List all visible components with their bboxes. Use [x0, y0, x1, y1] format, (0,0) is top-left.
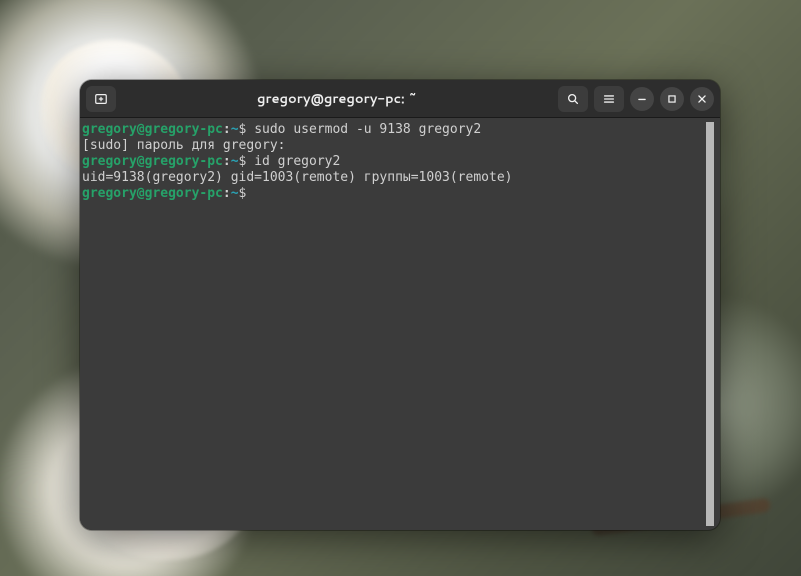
command-text: sudo usermod -u 9138 gregory2 [254, 122, 481, 137]
maximize-icon [665, 92, 679, 106]
prompt-symbol: $ [239, 122, 247, 137]
prompt-user: gregory@gregory-pc [82, 122, 223, 137]
prompt-user: gregory@gregory-pc [82, 186, 223, 201]
terminal-window: gregory@gregory-pc: ~ gregory@gregory-pc… [80, 80, 720, 530]
prompt-colon: : [223, 122, 231, 137]
terminal-line: uid=9138(gregory2) gid=1003(remote) груп… [82, 170, 704, 186]
menu-button[interactable] [594, 86, 624, 112]
prompt-path: ~ [231, 122, 239, 137]
new-tab-button[interactable] [86, 86, 116, 112]
scrollbar[interactable] [706, 122, 714, 526]
close-icon [695, 92, 709, 106]
terminal-output[interactable]: gregory@gregory-pc:~$ sudo usermod -u 91… [82, 122, 704, 526]
terminal-line: gregory@gregory-pc:~$ id gregory2 [82, 154, 704, 170]
window-titlebar: gregory@gregory-pc: ~ [80, 80, 720, 118]
new-tab-icon [94, 92, 108, 106]
hamburger-icon [602, 92, 616, 106]
search-icon [566, 92, 580, 106]
terminal-line: gregory@gregory-pc:~$ [82, 186, 704, 202]
search-button[interactable] [558, 86, 588, 112]
terminal-body[interactable]: gregory@gregory-pc:~$ sudo usermod -u 91… [80, 118, 720, 530]
prompt-path: ~ [231, 186, 239, 201]
command-text: id gregory2 [254, 154, 340, 169]
close-button[interactable] [690, 87, 714, 111]
prompt-path: ~ [231, 154, 239, 169]
maximize-button[interactable] [660, 87, 684, 111]
prompt-user: gregory@gregory-pc [82, 154, 223, 169]
window-title: gregory@gregory-pc: ~ [122, 90, 552, 108]
minimize-button[interactable] [630, 87, 654, 111]
terminal-line: gregory@gregory-pc:~$ sudo usermod -u 91… [82, 122, 704, 138]
prompt-colon: : [223, 154, 231, 169]
prompt-symbol: $ [239, 186, 247, 201]
terminal-line: [sudo] пароль для gregory: [82, 138, 704, 154]
minimize-icon [635, 92, 649, 106]
prompt-symbol: $ [239, 154, 247, 169]
prompt-colon: : [223, 186, 231, 201]
